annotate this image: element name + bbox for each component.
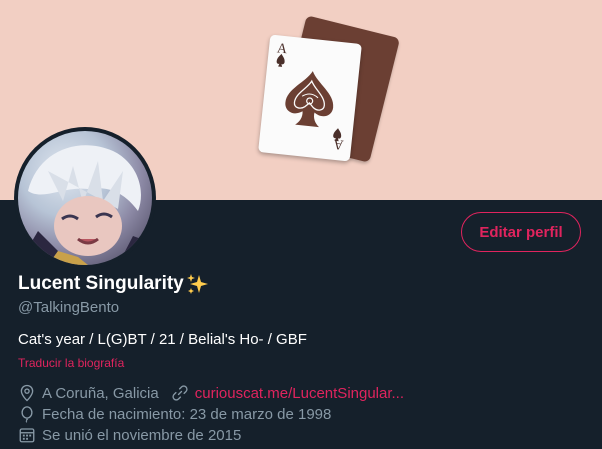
profile-birthday: Fecha de nacimiento: 23 de marzo de 1998	[42, 405, 332, 423]
profile-joined-date: Se unió el noviembre de 2015	[42, 426, 242, 444]
sparkles-emoji-icon	[186, 272, 210, 296]
card-rank-top: A	[276, 41, 289, 57]
profile-name: Lucent Singularity	[18, 272, 210, 296]
translate-bio-link[interactable]: Traducir la biografía	[18, 356, 124, 370]
profile-meta-birthday: Fecha de nacimiento: 23 de marzo de 1998	[18, 405, 331, 423]
profile-location: A Coruña, Galicia	[42, 384, 159, 402]
profile-meta-location-website: A Coruña, Galicia curiouscat.me/LucentSi…	[18, 384, 404, 402]
ace-of-spades-card: A A	[258, 34, 362, 162]
profile-handle: @TalkingBento	[18, 299, 120, 316]
edit-profile-button[interactable]: Editar perfil	[461, 212, 581, 252]
calendar-icon	[19, 428, 35, 443]
link-icon	[172, 385, 188, 401]
location-pin-icon	[20, 384, 34, 402]
profile-website-link[interactable]: curiouscat.me/LucentSingular...	[195, 385, 404, 402]
balloon-icon	[21, 406, 33, 423]
avatar-frame[interactable]	[14, 127, 156, 269]
spade-icon	[285, 71, 334, 128]
profile-meta-joined: Se unió el noviembre de 2015	[18, 426, 241, 444]
profile-name-text: Lucent Singularity	[18, 273, 184, 294]
profile-bio: Cat's year / L(G)BT / 21 / Belial's Ho- …	[18, 331, 307, 348]
avatar[interactable]	[18, 131, 152, 265]
